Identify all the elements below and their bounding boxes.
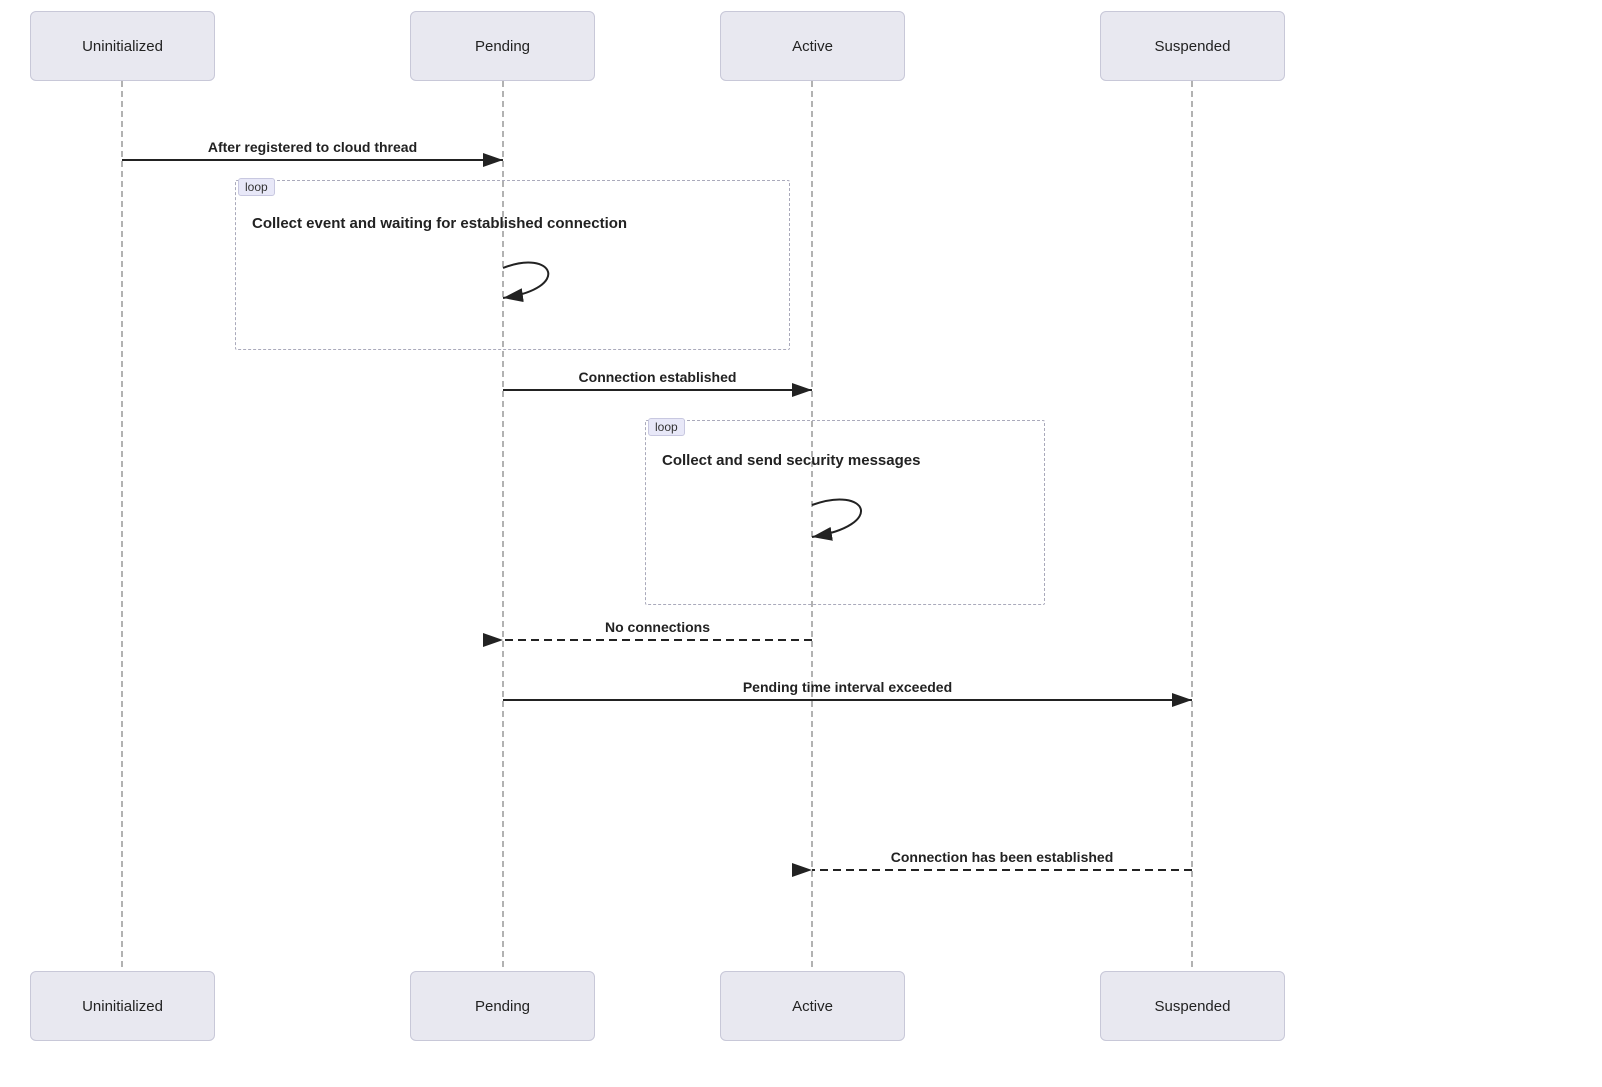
loop-text-2: Collect and send security messages xyxy=(662,452,920,469)
actor-pending: Pending xyxy=(410,11,595,81)
actor-uninitialized-bottom: Uninitialized xyxy=(30,971,215,1041)
loop-text-1: Collect event and waiting for establishe… xyxy=(252,215,627,232)
svg-text:No connections: No connections xyxy=(605,619,710,635)
actor-label-bottom: Pending xyxy=(475,998,530,1015)
loop-label-2: loop xyxy=(648,418,685,436)
loop-label-1: loop xyxy=(238,178,275,196)
actor-label-bottom: Suspended xyxy=(1155,998,1231,1015)
actor-label: Pending xyxy=(475,38,530,55)
svg-text:Pending time interval exceeded: Pending time interval exceeded xyxy=(743,679,952,695)
actor-suspended-bottom: Suspended xyxy=(1100,971,1285,1041)
actor-label-bottom: Active xyxy=(792,998,833,1015)
loop-box-1 xyxy=(235,180,790,350)
svg-text:After registered to cloud thre: After registered to cloud thread xyxy=(208,139,417,155)
actor-active-bottom: Active xyxy=(720,971,905,1041)
actor-uninitialized: Uninitialized xyxy=(30,11,215,81)
actor-pending-bottom: Pending xyxy=(410,971,595,1041)
svg-text:Connection established: Connection established xyxy=(579,369,737,385)
actor-label: Active xyxy=(792,38,833,55)
actor-active: Active xyxy=(720,11,905,81)
actor-label: Suspended xyxy=(1155,38,1231,55)
actor-label: Uninitialized xyxy=(82,38,163,55)
sequence-diagram: After registered to cloud thread Connecti… xyxy=(0,0,1602,1087)
loop-box-2 xyxy=(645,420,1045,605)
actor-suspended: Suspended xyxy=(1100,11,1285,81)
actor-label-bottom: Uninitialized xyxy=(82,998,163,1015)
svg-text:Connection has been establishe: Connection has been established xyxy=(891,849,1114,865)
